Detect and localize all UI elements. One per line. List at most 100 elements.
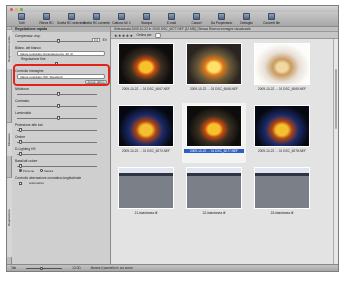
- toolbar-button-label: E-mail: [166, 21, 177, 25]
- status-right: Mostra il pannello in cui zoom: [90, 266, 133, 270]
- brightness-slider[interactable]: [17, 116, 97, 120]
- thumbnail[interactable]: 22-Istantanea.tif: [182, 165, 246, 225]
- toolbar-button-label: Cancel: [191, 21, 202, 25]
- toolbar-button-label: Da Proprietario: [210, 21, 233, 25]
- aberration-label: Controllo aberrazione cromatica longitud…: [15, 176, 82, 180]
- thumbnail[interactable]: 2009-10-22 ... 01 DSC_6070.NEF: [114, 103, 178, 163]
- thumbnail-image: [254, 43, 310, 85]
- reset-button[interactable]: Annul. all'ico: [85, 80, 107, 84]
- cancel-icon: [193, 13, 200, 20]
- grid-icon: [18, 13, 25, 20]
- picture-control-select[interactable]: Valore registrato (SD: Standard): [17, 74, 105, 79]
- app-window: Tutti Rileva RC Scelta RC selezione Scelta …: [6, 5, 339, 272]
- contrast-row: Contrasto: [15, 99, 107, 108]
- toolbar-button-label: Rileva RC: [39, 21, 54, 25]
- toolbar-button[interactable]: Converti file: [261, 13, 282, 25]
- thumbnail[interactable]: 2009-10-22 ... 01 DSC_6078.NEF: [250, 103, 314, 163]
- info-icon: [243, 13, 250, 20]
- status-bar: Tab 13.0D Mostra il pannello in cui zoom: [7, 264, 338, 271]
- exposure-unit: EV: [102, 38, 107, 42]
- person-icon: [218, 13, 225, 20]
- aberration-row: Controllo aberrazione cromatica longitud…: [15, 176, 107, 185]
- eye-icon: [68, 13, 75, 20]
- convert-icon: [268, 13, 275, 20]
- toolbar-button[interactable]: Stampa: [136, 13, 157, 25]
- thumbnail-image: [186, 167, 242, 209]
- thumbnail[interactable]: 2009-10-22 ... 01 DSC_6068.NEF: [182, 41, 246, 101]
- minimize-window-button[interactable]: [15, 7, 18, 11]
- sharpening-label: Nitidezza: [15, 87, 29, 91]
- color-boost-slider[interactable]: [17, 164, 97, 168]
- thumbnail[interactable]: 21-Istantanea.tif: [114, 165, 178, 225]
- thumbnail-caption: 22-Istantanea.tif: [202, 211, 226, 215]
- thumbnail-caption: 2009-10-22 ... 01 DSC_6068.NEF: [189, 87, 239, 91]
- scroll-thumb[interactable]: [335, 69, 337, 129]
- thumbnail-image: [118, 167, 174, 209]
- toolbar-button[interactable]: E-mail: [161, 13, 182, 25]
- toolbar-button[interactable]: Tutti: [11, 13, 32, 25]
- toolbar-button-label: Scelta RC selezione: [57, 21, 86, 25]
- shadows-slider[interactable]: [17, 140, 97, 144]
- camera-icon: [118, 13, 125, 20]
- toolbar: Tutti Rileva RC Scelta RC selezione Scelta …: [7, 12, 338, 27]
- toolbar-button-label: Tutti: [18, 21, 25, 25]
- thumbnail-image: [254, 167, 310, 209]
- shadows-row: Ombre: [15, 135, 107, 144]
- toolbar-button-label: Stampa: [141, 21, 152, 25]
- toolbar-button[interactable]: Cancel: [186, 13, 207, 25]
- white-balance-row: Bilanc. del bianco Valore registrato (In…: [15, 46, 107, 66]
- toolbar-button[interactable]: Dettaglio: [236, 13, 257, 25]
- exposure-row: Compensaz. esp. 0.0 EV: [15, 34, 107, 43]
- thumbnail[interactable]: 2009-10-22 ... 01 DSC_6067.NEF: [114, 41, 178, 101]
- filter-bar: ★★★★★ Ordina per:: [111, 32, 338, 39]
- dlighting-slider[interactable]: [17, 152, 97, 156]
- white-balance-select[interactable]: Valore registrato (Incandescenza, 46, 0): [17, 51, 105, 56]
- printer-icon: [143, 13, 150, 20]
- color-boost-row: Bassi/alt colore Persone Natura: [15, 159, 107, 173]
- white-balance-label: Bilanc. del bianco: [15, 46, 41, 50]
- sort-select[interactable]: [155, 32, 162, 38]
- contrast-label: Contrasto: [15, 99, 30, 103]
- toolbar-button-label: Dettaglio: [240, 21, 253, 25]
- sort-label: Ordina per:: [136, 33, 153, 37]
- radio-nature[interactable]: Natura: [40, 169, 53, 173]
- thumbnail[interactable]: 23-Istantanea.tif: [250, 165, 314, 225]
- toolbar-button[interactable]: Scelta RC corrente: [83, 13, 110, 25]
- toolbar-button-label: Cattura NX 2: [112, 21, 131, 25]
- toolbar-button[interactable]: Rileva RC: [36, 13, 57, 25]
- exposure-value-field[interactable]: 0.0: [92, 38, 100, 42]
- contrast-slider[interactable]: [17, 104, 97, 108]
- thumbnail-grid: 2009-10-22 ... 01 DSC_6067.NEF 2009-10-22…: [111, 39, 338, 264]
- thumbnail-caption: 21-Istantanea.tif: [134, 211, 158, 215]
- dlighting-label: D-Lighting HS: [15, 147, 36, 151]
- thumbnail-caption: 2009-10-22 ... 01 DSC_6069.NEF: [257, 87, 307, 91]
- aberration-auto-checkbox[interactable]: Automatico: [19, 181, 107, 185]
- dlighting-row: D-Lighting HS: [15, 147, 107, 156]
- status-left: Tab: [11, 266, 17, 270]
- close-window-button[interactable]: [10, 7, 13, 11]
- thumbnail[interactable]: 2009-10-22 ... 01 DSC_6077.NEF: [182, 103, 246, 163]
- mail-icon: [168, 13, 175, 20]
- toolbar-button[interactable]: Da Proprietario: [211, 13, 232, 25]
- image-browser: Selezionata 2009-10-22 in 19:00 DSC_6077…: [111, 27, 338, 264]
- highlight-label: Protezione alte luci: [15, 123, 43, 127]
- thumbnail-image: [254, 105, 310, 147]
- adjust-panel: Regolazione rapida Compensaz. esp. 0.0 E…: [12, 27, 111, 264]
- highlight-row: Protezione alte luci: [15, 123, 107, 132]
- exposure-slider[interactable]: [17, 39, 97, 43]
- toolbar-button[interactable]: Cattura NX 2: [111, 13, 132, 25]
- highlight-slider[interactable]: [17, 128, 97, 132]
- status-middle: 13.0D: [72, 266, 81, 270]
- rating-filter[interactable]: ★★★★★: [114, 33, 133, 38]
- radio-people[interactable]: Persone: [19, 169, 34, 173]
- fine-tune-slider[interactable]: [17, 62, 97, 66]
- thumbnail[interactable]: 2009-10-22 ... 01 DSC_6069.NEF: [250, 41, 314, 101]
- thumbnail-caption: 2009-10-22 ... 01 DSC_6077.NEF: [184, 149, 244, 153]
- grid-scrollbar[interactable]: [333, 39, 338, 264]
- toolbar-button[interactable]: Scelta RC selezione: [57, 13, 86, 25]
- zoom-slider[interactable]: [26, 266, 63, 270]
- zoom-window-button[interactable]: [20, 7, 23, 11]
- picture-control-label: Controllo immagine: [15, 69, 44, 73]
- sharpening-slider[interactable]: [17, 92, 97, 96]
- color-boost-label: Bassi/alt colore: [15, 159, 38, 163]
